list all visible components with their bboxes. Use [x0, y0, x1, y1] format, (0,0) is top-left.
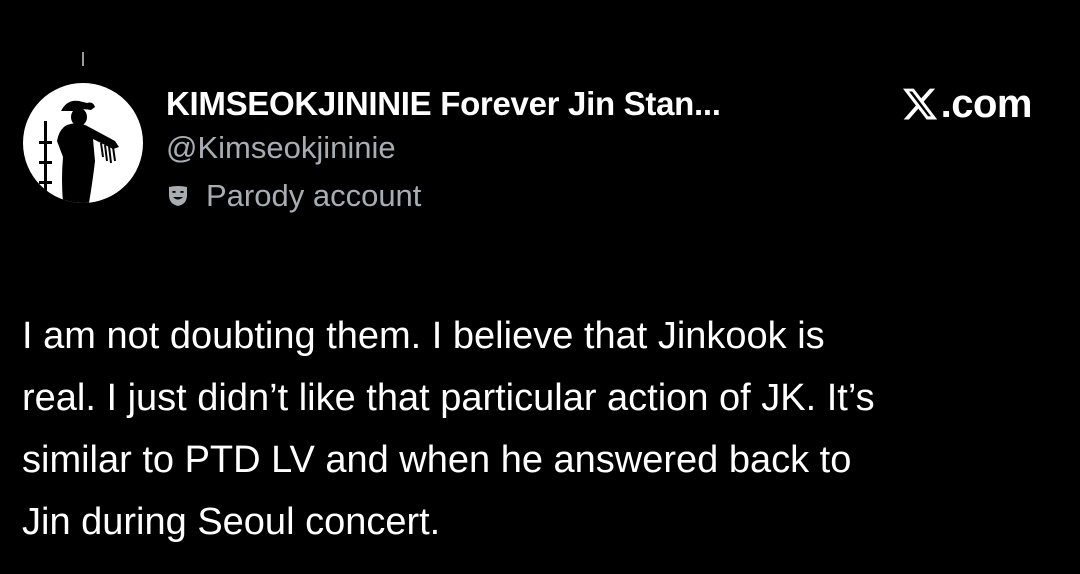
drama-mask-icon [166, 184, 190, 208]
tweet-text-line: real. I just didn’t like that particular… [22, 377, 875, 419]
account-label: Parody account [166, 176, 846, 216]
brand-watermark: .com [901, 80, 1033, 128]
divider-tick [82, 52, 84, 66]
user-handle[interactable]: @Kimseokjininie [166, 128, 846, 168]
tweet-text: I am not doubting them. I believe that J… [22, 305, 1052, 553]
tweet-text-line: I am not doubting them. I believe that J… [22, 315, 825, 357]
label-text: Parody account [206, 178, 422, 213]
avatar-silhouette [39, 100, 119, 203]
display-name[interactable]: KIMSEOKJININIE Forever Jin Stan... [166, 82, 846, 126]
brand-text: .com [940, 82, 1033, 126]
tweet-text-line: Jin during Seoul concert. [22, 501, 441, 543]
avatar[interactable] [23, 83, 143, 203]
x-logo-icon [901, 85, 939, 123]
author-info: KIMSEOKJININIE Forever Jin Stan... @Kims… [166, 82, 846, 216]
tweet-text-line: similar to PTD LV and when he answered b… [22, 439, 852, 481]
